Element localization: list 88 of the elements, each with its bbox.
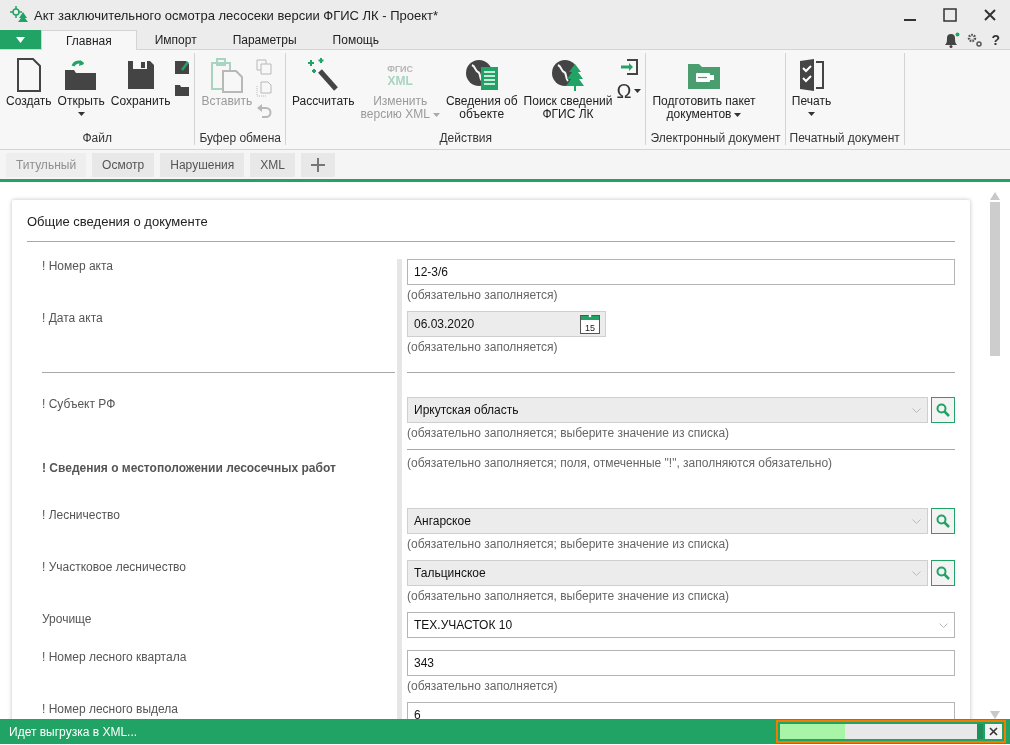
card-title: Общие сведения о документе — [27, 200, 955, 242]
text-field[interactable]: 12-3/6 — [407, 259, 955, 285]
dropdown-field[interactable]: Иркутская область — [407, 397, 928, 423]
search-icon — [936, 403, 950, 417]
ribbon-tab[interactable]: Импорт — [136, 30, 215, 49]
ribbon-tab[interactable]: Параметры — [214, 30, 315, 49]
close-icon — [989, 727, 998, 736]
ribbon-button[interactable]: Открыть — [55, 53, 107, 118]
search-button[interactable] — [931, 560, 955, 586]
hint-text: (обязательно заполняется) — [407, 678, 559, 693]
caret-icon — [808, 112, 815, 116]
ribbon-button[interactable]: Сведения об объекте — [443, 53, 520, 123]
save-edit-icon[interactable] — [174, 59, 191, 75]
field-label: ! Номер акта — [42, 258, 114, 273]
document-tab[interactable]: Нарушения — [160, 153, 245, 177]
ribbon-button[interactable]: Печать — [789, 53, 834, 118]
date-field[interactable]: 06.03.2020 15 — [407, 311, 606, 337]
caret-icon — [77, 112, 85, 116]
bell-icon[interactable] — [943, 31, 962, 48]
group-label: Файл — [81, 130, 113, 145]
document-icon — [15, 58, 42, 92]
field-label: ! Дата акта — [42, 310, 103, 325]
clipboard-icon — [209, 57, 244, 93]
window-title: Акт заключительного осмотра лесосеки версии ФГИС ЛК - Проект* — [34, 7, 440, 23]
hint-text: (обязательно заполняется) — [407, 339, 559, 354]
chevron-down-icon — [912, 570, 921, 576]
ribbon-button[interactable]: Подготовить пакет документов — [650, 53, 758, 123]
ribbon-tab[interactable]: Главная — [41, 30, 137, 50]
scroll-up-icon[interactable] — [990, 192, 1000, 200]
help-button[interactable]: ? — [989, 31, 1002, 48]
hint-text: (обязательно заполняется, выберите значение из списка) — [407, 588, 731, 603]
status-text: Идет выгрузка в XML... — [9, 724, 139, 739]
dropdown-field[interactable]: Ангарское — [407, 508, 928, 534]
dropdown-field[interactable]: Тальцинское — [407, 560, 928, 586]
document-tab[interactable]: Осмотр — [92, 153, 155, 177]
chevron-down-icon — [912, 518, 921, 524]
scrollbar-thumb[interactable] — [990, 202, 1000, 356]
ribbon-button[interactable]: Поиск сведений ФГИС ЛК — [521, 53, 615, 123]
ribbon-tab[interactable]: Помощь — [314, 30, 397, 49]
hint-text: (обязательно заполняется; выберите значение из списка) — [407, 425, 731, 440]
field-label: ! Лесничество — [42, 507, 120, 522]
group-label: Буфер обмена — [199, 130, 281, 145]
group-label: Печатный документ — [789, 130, 900, 145]
app-menu-button[interactable] — [0, 30, 41, 49]
field-label: ! Участковое лесничество — [42, 559, 187, 574]
hint-text: (обязательно заполняется; выберите значение из списка) — [407, 536, 731, 551]
symbol-button[interactable]: Ω — [616, 81, 642, 101]
caret-icon — [432, 112, 440, 117]
plus-icon — [310, 158, 325, 172]
group-label: Электронный документ — [650, 130, 781, 145]
caret-icon — [16, 36, 25, 43]
search-button[interactable] — [931, 397, 955, 423]
magic-wand-icon — [306, 57, 341, 93]
close-icon — [984, 9, 996, 21]
add-tab-button[interactable] — [300, 153, 335, 177]
hint-text: (обязательно заполняется; поля, отмеченные "!", заполняются обязательно) — [407, 455, 833, 470]
minimize-icon — [904, 19, 916, 21]
hint-text: (обязательно заполняется) — [407, 287, 559, 302]
document-tab[interactable]: XML — [250, 153, 295, 177]
maximize-icon — [943, 8, 957, 22]
search-icon — [936, 514, 950, 528]
field-label: Урочище — [42, 611, 92, 626]
dropdown-field[interactable]: ТЕХ.УЧАСТОК 10 — [407, 612, 955, 638]
calendar-icon[interactable]: 15 — [580, 314, 600, 334]
ribbon-button[interactable]: Рассчитать — [289, 53, 357, 110]
chevron-down-icon — [939, 622, 948, 628]
caret-icon — [734, 112, 742, 117]
field-label: ! Номер лесного выдела — [42, 701, 178, 716]
search-button[interactable] — [931, 508, 955, 534]
chevron-down-icon — [912, 407, 921, 413]
text-field[interactable]: 343 — [407, 650, 955, 676]
app-logo-icon — [8, 6, 28, 24]
import-icon[interactable] — [620, 59, 638, 75]
globe-tree-icon — [550, 58, 587, 92]
fgis-xml-icon: ФГИС XML — [387, 63, 414, 87]
ribbon-button[interactable]: Сохранить — [108, 53, 173, 110]
group-label: Действия — [438, 130, 493, 145]
ribbon-button[interactable]: Создать — [4, 53, 54, 110]
settings-icon[interactable] — [967, 32, 984, 47]
globe-document-icon — [463, 58, 500, 92]
field-label: ! Номер лесного квартала — [42, 649, 187, 664]
text-field[interactable]: 6 — [407, 702, 955, 719]
caret-icon — [634, 89, 642, 93]
section-label: ! Сведения о местоположении лесосечных работ — [42, 460, 337, 477]
field-label: ! Субъект РФ — [42, 396, 116, 411]
search-icon — [936, 566, 950, 580]
close-button[interactable] — [985, 724, 1002, 739]
print-checklist-icon — [797, 58, 826, 92]
